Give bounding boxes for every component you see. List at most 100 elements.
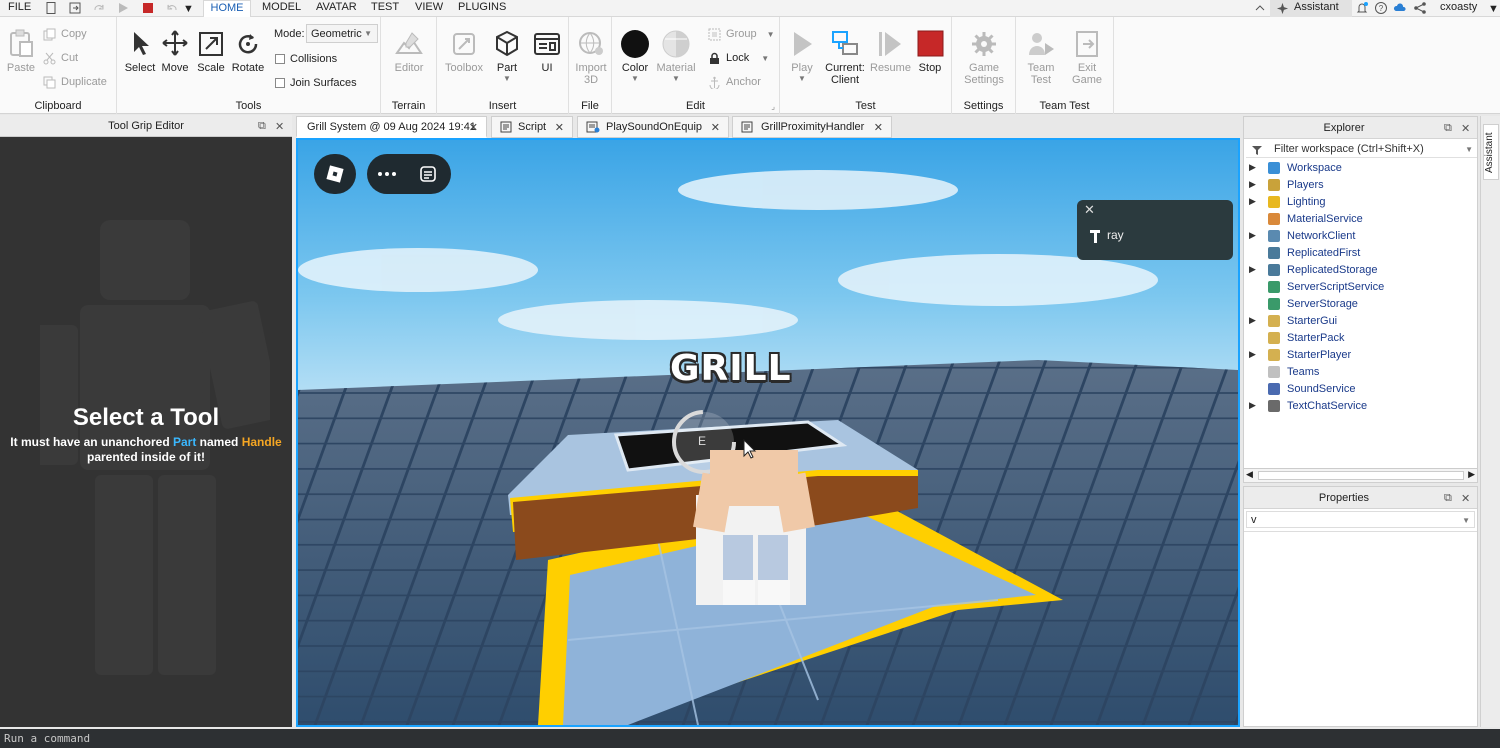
explorer-item[interactable]: MaterialService <box>1244 211 1477 228</box>
material-button[interactable]: Material ▼ <box>654 29 698 83</box>
paste-button[interactable]: Paste <box>4 29 38 74</box>
expand-arrow-icon[interactable]: ▶ <box>1249 230 1256 241</box>
filter-icon[interactable] <box>1251 144 1263 156</box>
chat-icon[interactable] <box>419 165 437 183</box>
import-3d-button[interactable]: Import 3D <box>571 29 611 86</box>
explorer-item[interactable]: ServerScriptService <box>1244 279 1477 296</box>
undock-icon[interactable]: ⧉ <box>258 120 266 133</box>
explorer-item[interactable]: ReplicatedFirst <box>1244 245 1477 262</box>
user-name[interactable]: cxoasty <box>1440 1 1477 13</box>
part-dropdown-icon[interactable]: ▼ <box>489 74 525 83</box>
tab-avatar[interactable]: AVATAR <box>316 1 357 13</box>
notifications-icon[interactable] <box>1355 1 1369 15</box>
scroll-thumb[interactable] <box>1258 471 1464 480</box>
team-test-button[interactable]: Team Test <box>1020 29 1062 86</box>
group-button[interactable]: Group ▼ <box>708 28 778 41</box>
undo-icon[interactable] <box>165 1 179 15</box>
exit-game-button[interactable]: Exit Game <box>1066 29 1108 86</box>
lock-button[interactable]: Lock ▼ <box>708 52 778 64</box>
undock-icon[interactable]: ⧉ <box>1444 492 1452 505</box>
color-dropdown-icon[interactable]: ▼ <box>616 74 654 83</box>
explorer-filter[interactable]: Filter workspace (Ctrl+Shift+X) ▼ <box>1246 140 1477 158</box>
lock-dropdown-icon[interactable]: ▼ <box>761 54 769 63</box>
close-icon[interactable]: ✕ <box>1084 202 1095 218</box>
assistant-side-tab[interactable]: Assistant <box>1483 124 1499 180</box>
close-tab-icon[interactable]: ✕ <box>874 121 883 134</box>
select-tool-button[interactable]: Select <box>121 29 159 74</box>
material-dropdown-icon[interactable]: ▼ <box>654 74 698 83</box>
open-file-icon[interactable] <box>68 1 82 15</box>
close-tab-icon[interactable]: ✕ <box>469 121 478 134</box>
undock-icon[interactable]: ⧉ <box>1444 122 1452 135</box>
tab-plugins[interactable]: PLUGINS <box>458 1 506 13</box>
chevron-down-icon[interactable]: ▼ <box>1462 516 1470 525</box>
current-client-button[interactable]: Current: Client <box>820 29 870 86</box>
part-button[interactable]: Part ▼ <box>489 29 525 83</box>
cut-button[interactable]: Cut <box>43 52 113 65</box>
share-icon[interactable] <box>1413 1 1427 15</box>
quick-access-dropdown-icon[interactable]: ▼ <box>183 3 194 15</box>
chevron-down-icon[interactable]: ▼ <box>1465 145 1473 154</box>
duplicate-button[interactable]: Duplicate <box>43 76 113 89</box>
tab-model[interactable]: MODEL <box>262 1 301 13</box>
expand-arrow-icon[interactable]: ▶ <box>1249 315 1256 326</box>
group-dropdown-icon[interactable]: ▼ <box>767 30 775 39</box>
close-icon[interactable]: ✕ <box>1461 492 1470 505</box>
copy-button[interactable]: Copy <box>43 28 113 41</box>
explorer-item[interactable]: ▶ TextChatService <box>1244 398 1477 415</box>
proximity-prompt-key[interactable]: E <box>698 434 706 448</box>
close-icon[interactable]: ✕ <box>1461 122 1470 135</box>
menu-file[interactable]: FILE <box>8 1 31 13</box>
more-options-icon[interactable] <box>377 167 397 181</box>
game-settings-button[interactable]: Game Settings <box>958 29 1010 86</box>
explorer-horizontal-scrollbar[interactable]: ◀ ▶ <box>1244 468 1477 482</box>
close-tab-icon[interactable]: ✕ <box>555 121 564 134</box>
tab-home[interactable]: HOME <box>203 0 251 18</box>
rotate-tool-button[interactable]: Rotate <box>229 29 267 74</box>
tab-view[interactable]: VIEW <box>415 1 443 13</box>
redo-icon[interactable] <box>92 1 106 15</box>
explorer-item[interactable]: ▶ NetworkClient <box>1244 228 1477 245</box>
explorer-item[interactable]: ▶ StarterPlayer <box>1244 347 1477 364</box>
new-file-icon[interactable] <box>44 1 58 15</box>
explorer-item[interactable]: Teams <box>1244 364 1477 381</box>
explorer-item[interactable]: SoundService <box>1244 381 1477 398</box>
game-viewport[interactable]: GRILL E ✕ ray <box>296 138 1240 727</box>
user-dropdown-icon[interactable]: ▼ <box>1488 3 1499 15</box>
expand-arrow-icon[interactable]: ▶ <box>1249 179 1256 190</box>
tab-grill-proximity-handler[interactable]: GrillProximityHandler ✕ <box>732 116 892 138</box>
explorer-item[interactable]: ▶ Players <box>1244 177 1477 194</box>
scroll-left-icon[interactable]: ◀ <box>1246 469 1253 480</box>
expand-arrow-icon[interactable]: ▶ <box>1249 196 1256 207</box>
properties-filter-input[interactable]: v ▼ <box>1246 511 1475 528</box>
terrain-editor-button[interactable]: Editor <box>387 29 431 74</box>
scale-tool-button[interactable]: Scale <box>193 29 229 74</box>
explorer-item[interactable]: ServerStorage <box>1244 296 1477 313</box>
expand-arrow-icon[interactable]: ▶ <box>1249 400 1256 411</box>
command-input[interactable] <box>4 730 1494 747</box>
explorer-item[interactable]: StarterPack <box>1244 330 1477 347</box>
tab-play-sound-on-equip[interactable]: PlaySoundOnEquip ✕ <box>577 116 729 138</box>
assistant-button[interactable]: Assistant <box>1270 0 1352 17</box>
move-tool-button[interactable]: Move <box>157 29 193 74</box>
tab-grill-system[interactable]: Grill System @ 09 Aug 2024 19:41 ✕ <box>296 116 487 138</box>
play-quick-icon[interactable] <box>116 1 130 15</box>
tab-test[interactable]: TEST <box>371 1 399 13</box>
expand-arrow-icon[interactable]: ▶ <box>1249 162 1256 173</box>
explorer-item[interactable]: ▶ StarterGui <box>1244 313 1477 330</box>
explorer-item[interactable]: ▶ ReplicatedStorage <box>1244 262 1477 279</box>
expand-arrow-icon[interactable]: ▶ <box>1249 264 1256 275</box>
collisions-checkbox[interactable] <box>275 54 285 64</box>
stop-button[interactable]: Stop <box>912 29 948 74</box>
resume-button[interactable]: Resume <box>870 29 911 74</box>
close-icon[interactable]: ✕ <box>275 120 284 133</box>
anchor-button[interactable]: Anchor <box>708 76 778 89</box>
collapse-ribbon-icon[interactable] <box>1253 1 1267 15</box>
explorer-item[interactable]: ▶ Lighting <box>1244 194 1477 211</box>
mode-select[interactable]: Geometric ▼ <box>306 24 378 43</box>
help-icon[interactable]: ? <box>1374 1 1388 15</box>
roblox-menu-button[interactable] <box>314 154 356 194</box>
scroll-right-icon[interactable]: ▶ <box>1468 469 1475 480</box>
expand-arrow-icon[interactable]: ▶ <box>1249 349 1256 360</box>
color-button[interactable]: Color ▼ <box>616 29 654 83</box>
